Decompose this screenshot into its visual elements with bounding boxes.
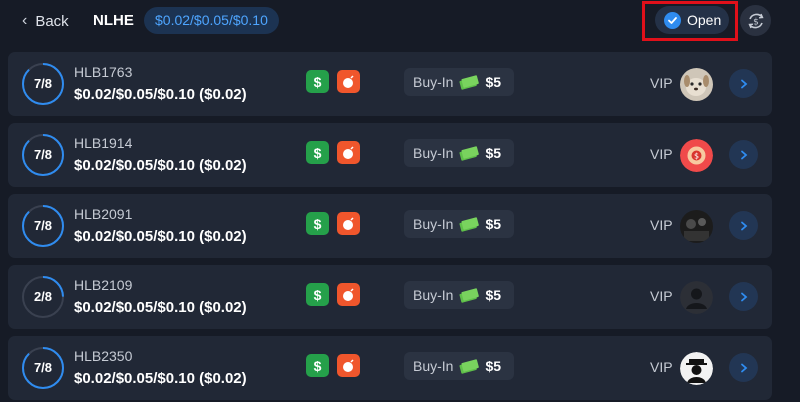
dollar-icon: $ — [306, 354, 329, 377]
dollar-icon: $ — [306, 70, 329, 93]
vip-label: VIP — [650, 288, 673, 304]
table-stakes: $0.02/$0.05/$0.10 ($0.02) — [74, 157, 247, 174]
chevron-right-icon — [740, 292, 747, 301]
bomb-icon — [337, 354, 360, 377]
seat-count: 7/8 — [33, 218, 53, 233]
money-stack-icon — [459, 359, 480, 374]
buyin-label: Buy-In — [413, 74, 454, 90]
chevron-right-icon — [740, 150, 747, 159]
table-name: HLB1914 — [74, 135, 133, 151]
buyin-amount: $5 — [485, 74, 502, 90]
money-stack-icon — [459, 288, 480, 303]
table-row[interactable]: 7/8 HLB2091 $0.02/$0.05/$0.10 ($0.02) $ … — [8, 194, 772, 258]
currency-swap-button[interactable]: $ — [740, 5, 771, 36]
buyin-badge: Buy-In $5 — [404, 352, 514, 380]
check-icon — [664, 11, 681, 29]
hat-figure-avatar — [680, 352, 713, 385]
dark-photo-avatar — [680, 210, 713, 243]
currency-swap-icon: $ — [747, 13, 764, 28]
seat-count: 2/8 — [33, 289, 53, 304]
chevron-right-icon — [740, 221, 747, 230]
buyin-badge: Buy-In $5 — [404, 139, 514, 167]
money-stack-icon — [459, 75, 480, 90]
seat-count-ring: 7/8 — [21, 346, 65, 390]
seat-count-ring: 7/8 — [21, 133, 65, 177]
table-row[interactable]: 7/8 HLB2350 $0.02/$0.05/$0.10 ($0.02) $ … — [8, 336, 772, 400]
bomb-icon — [337, 70, 360, 93]
table-stakes: $0.02/$0.05/$0.10 ($0.02) — [74, 228, 247, 245]
default-user-avatar — [680, 281, 713, 314]
buyin-label: Buy-In — [413, 358, 454, 374]
back-label: Back — [35, 12, 69, 30]
dollar-icon: $ — [306, 212, 329, 235]
game-type-title: NLHE — [93, 12, 134, 29]
buyin-amount: $5 — [485, 145, 502, 161]
vip-label: VIP — [650, 217, 673, 233]
buyin-badge: Buy-In $5 — [404, 210, 514, 238]
stakes-filter-chip[interactable]: $0.02/$0.05/$0.10 — [144, 7, 279, 34]
chevron-left-icon: ‹ — [22, 12, 28, 29]
table-name: HLB1763 — [74, 64, 133, 80]
red-badge-avatar: $ — [680, 139, 713, 172]
buyin-label: Buy-In — [413, 145, 454, 161]
table-name: HLB2091 — [74, 206, 133, 222]
enter-table-button[interactable] — [729, 353, 758, 382]
table-stakes: $0.02/$0.05/$0.10 ($0.02) — [74, 86, 247, 103]
seat-count: 7/8 — [33, 360, 53, 375]
seat-count: 7/8 — [33, 147, 53, 162]
bomb-icon — [337, 283, 360, 306]
table-stakes: $0.02/$0.05/$0.10 ($0.02) — [74, 370, 247, 387]
vip-label: VIP — [650, 75, 673, 91]
open-filter-toggle[interactable]: Open — [655, 6, 729, 34]
enter-table-button[interactable] — [729, 282, 758, 311]
table-name: HLB2109 — [74, 277, 133, 293]
table-row[interactable]: 7/8 HLB1914 $0.02/$0.05/$0.10 ($0.02) $ … — [8, 123, 772, 187]
seat-count-ring: 7/8 — [21, 204, 65, 248]
chevron-right-icon — [740, 363, 747, 372]
dollar-icon: $ — [306, 283, 329, 306]
buyin-label: Buy-In — [413, 287, 454, 303]
back-button[interactable]: ‹ Back — [22, 12, 69, 30]
table-stakes: $0.02/$0.05/$0.10 ($0.02) — [74, 299, 247, 316]
bomb-icon — [337, 141, 360, 164]
table-name: HLB2350 — [74, 348, 133, 364]
buyin-amount: $5 — [485, 358, 502, 374]
svg-text:$: $ — [753, 17, 759, 27]
svg-text:$: $ — [694, 152, 699, 161]
buyin-label: Buy-In — [413, 216, 454, 232]
open-label: Open — [687, 12, 722, 28]
buyin-amount: $5 — [485, 216, 502, 232]
dollar-icon: $ — [306, 141, 329, 164]
money-stack-icon — [459, 217, 480, 232]
enter-table-button[interactable] — [729, 211, 758, 240]
enter-table-button[interactable] — [729, 140, 758, 169]
enter-table-button[interactable] — [729, 69, 758, 98]
table-row[interactable]: 7/8 HLB1763 $0.02/$0.05/$0.10 ($0.02) $ … — [8, 52, 772, 116]
bomb-icon — [337, 212, 360, 235]
vip-label: VIP — [650, 359, 673, 375]
table-row[interactable]: 2/8 HLB2109 $0.02/$0.05/$0.10 ($0.02) $ … — [8, 265, 772, 329]
dog-avatar — [680, 68, 713, 101]
buyin-badge: Buy-In $5 — [404, 281, 514, 309]
seat-count: 7/8 — [33, 76, 53, 91]
chevron-right-icon — [740, 79, 747, 88]
top-bar: ‹ Back NLHE $0.02/$0.05/$0.10 Open $ — [0, 0, 800, 46]
buyin-badge: Buy-In $5 — [404, 68, 514, 96]
seat-count-ring: 2/8 — [21, 275, 65, 319]
vip-label: VIP — [650, 146, 673, 162]
buyin-amount: $5 — [485, 287, 502, 303]
money-stack-icon — [459, 146, 480, 161]
seat-count-ring: 7/8 — [21, 62, 65, 106]
